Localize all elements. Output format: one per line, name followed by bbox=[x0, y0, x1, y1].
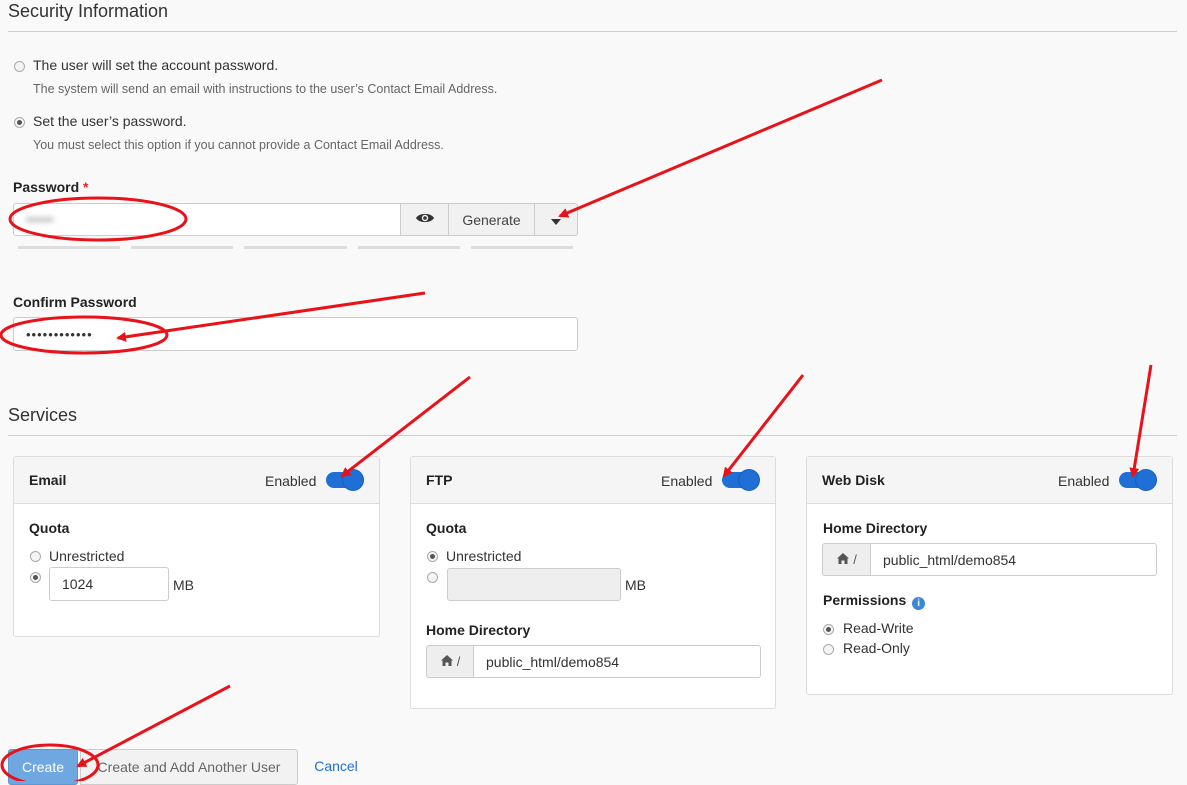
webdisk-panel-title: Web Disk bbox=[822, 472, 885, 488]
email-panel-title: Email bbox=[29, 472, 67, 488]
security-divider bbox=[8, 31, 1177, 32]
create-button[interactable]: Create bbox=[8, 749, 78, 785]
ftp-home-addon: / bbox=[426, 645, 474, 678]
home-icon bbox=[837, 552, 850, 567]
services-divider bbox=[8, 435, 1177, 436]
confirm-password-input[interactable]: •••••••••••• bbox=[13, 317, 578, 351]
ftp-quota-unit: MB bbox=[625, 577, 646, 593]
webdisk-home-input[interactable]: public_html/demo854 bbox=[870, 543, 1157, 576]
password-input[interactable]: •••••• bbox=[13, 203, 401, 236]
ftp-quota-input[interactable] bbox=[447, 568, 621, 601]
password-label-text: Password bbox=[13, 179, 80, 195]
email-quota-unit: MB bbox=[173, 577, 194, 593]
password-value-blurred: •••••• bbox=[26, 212, 54, 227]
webdisk-readonly-radio[interactable] bbox=[823, 644, 834, 655]
generate-password-button[interactable]: Generate bbox=[448, 203, 535, 236]
email-quota-label: Quota bbox=[29, 520, 70, 536]
ftp-panel-title: FTP bbox=[426, 472, 453, 488]
annotation-arrow-generate bbox=[558, 78, 883, 218]
webdisk-panel-header: Web Disk Enabled bbox=[807, 457, 1172, 504]
option-user-help: The system will send an email with instr… bbox=[33, 82, 498, 96]
ftp-panel: FTP Enabled Quota Unrestricted MB Home D… bbox=[410, 456, 776, 709]
strength-bar-2 bbox=[131, 246, 233, 249]
webdisk-readwrite-label: Read-Write bbox=[843, 620, 914, 636]
ftp-enabled-toggle[interactable] bbox=[722, 470, 759, 490]
show-password-button[interactable] bbox=[400, 203, 449, 236]
email-panel: Email Enabled Quota Unrestricted 1024 MB bbox=[13, 456, 380, 637]
option-set-help: You must select this option if you canno… bbox=[33, 138, 444, 152]
ftp-enabled-label: Enabled bbox=[661, 473, 713, 489]
eye-icon bbox=[415, 211, 435, 228]
strength-bar-4 bbox=[358, 246, 460, 249]
webdisk-home-prefix: / bbox=[853, 552, 857, 567]
email-enabled-toggle[interactable] bbox=[326, 470, 363, 490]
webdisk-home-addon: / bbox=[822, 543, 871, 576]
ftp-quota-radio[interactable] bbox=[427, 572, 438, 583]
webdisk-panel: Web Disk Enabled Home Directory / public… bbox=[806, 456, 1173, 695]
option-user-label: The user will set the account password. bbox=[33, 57, 279, 73]
ftp-unrestricted-label: Unrestricted bbox=[446, 548, 522, 564]
required-mark: * bbox=[83, 179, 89, 195]
cancel-link[interactable]: Cancel bbox=[306, 749, 366, 783]
webdisk-permissions-label: Permissions i bbox=[823, 592, 926, 610]
email-quota-radio[interactable] bbox=[30, 572, 41, 583]
strength-bar-1 bbox=[18, 246, 120, 249]
security-heading: Security Information bbox=[8, 1, 169, 21]
ftp-home-prefix: / bbox=[456, 654, 461, 669]
webdisk-readonly-label: Read-Only bbox=[843, 640, 910, 656]
create-and-add-another-button[interactable]: Create and Add Another User bbox=[80, 749, 298, 785]
info-icon[interactable]: i bbox=[912, 597, 926, 610]
confirm-password-label: Confirm Password bbox=[13, 294, 137, 310]
services-heading: Services bbox=[8, 405, 78, 425]
email-enabled-label: Enabled bbox=[265, 473, 317, 489]
radio-set-password[interactable] bbox=[14, 117, 25, 128]
ftp-quota-label: Quota bbox=[426, 520, 467, 536]
generate-options-dropdown[interactable] bbox=[534, 203, 578, 236]
strength-bar-5 bbox=[471, 246, 573, 249]
webdisk-enabled-toggle[interactable] bbox=[1119, 470, 1156, 490]
caret-down-icon bbox=[551, 212, 561, 228]
home-icon bbox=[440, 654, 453, 669]
strength-bar-3 bbox=[244, 246, 347, 249]
password-label: Password * bbox=[13, 179, 88, 195]
email-panel-header: Email Enabled bbox=[14, 457, 379, 504]
ftp-home-input[interactable]: public_html/demo854 bbox=[473, 645, 761, 678]
ftp-unrestricted-radio[interactable] bbox=[427, 551, 438, 562]
radio-user-sets-password[interactable] bbox=[14, 61, 25, 72]
email-quota-input[interactable]: 1024 bbox=[49, 567, 169, 601]
webdisk-enabled-label: Enabled bbox=[1058, 473, 1110, 489]
ftp-home-label: Home Directory bbox=[426, 622, 531, 638]
option-set-label: Set the user’s password. bbox=[33, 113, 187, 129]
email-unrestricted-label: Unrestricted bbox=[49, 548, 125, 564]
webdisk-readwrite-radio[interactable] bbox=[823, 624, 834, 635]
ftp-panel-header: FTP Enabled bbox=[411, 457, 775, 504]
email-unrestricted-radio[interactable] bbox=[30, 551, 41, 562]
webdisk-home-label: Home Directory bbox=[823, 520, 928, 536]
webdisk-permissions-text: Permissions bbox=[823, 592, 907, 608]
